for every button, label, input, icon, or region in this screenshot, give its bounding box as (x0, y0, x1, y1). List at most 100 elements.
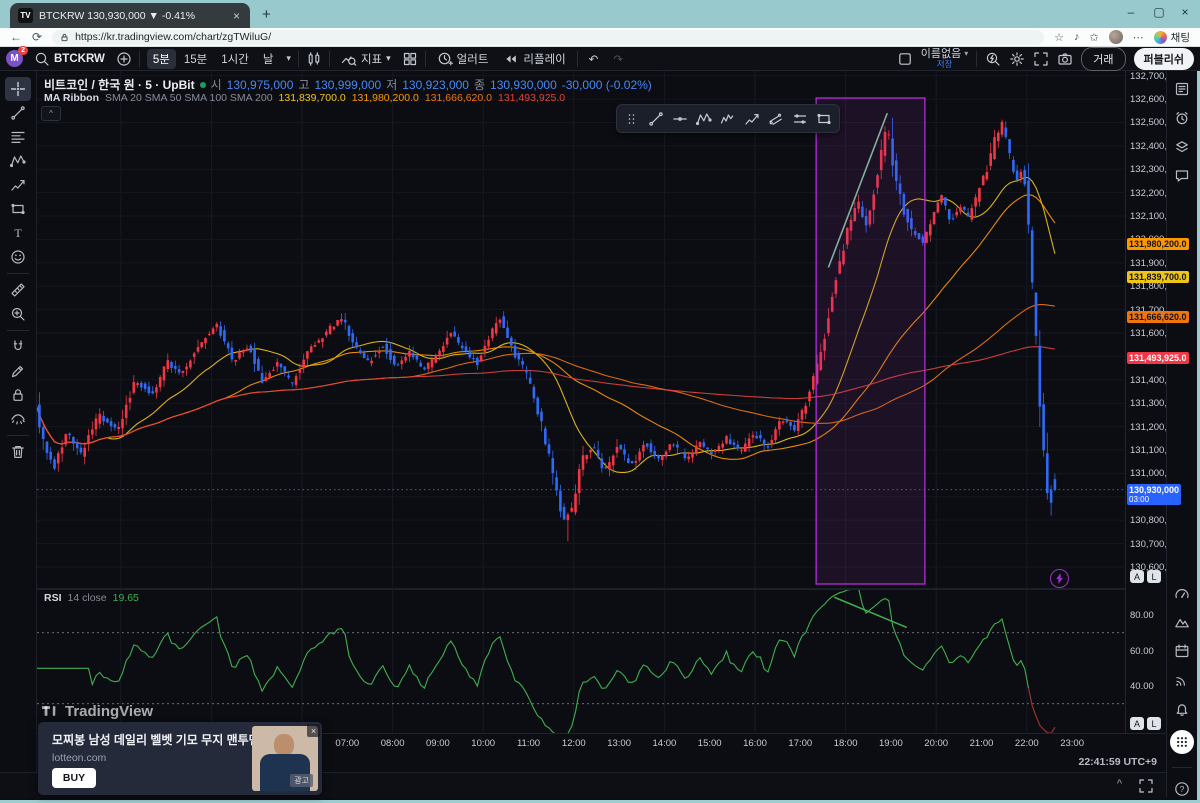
floating-drawing-toolbar[interactable] (616, 104, 840, 133)
time-tick: 20:00 (924, 738, 948, 749)
prediction-tool[interactable] (5, 173, 31, 197)
maximize-chart-icon[interactable] (1138, 778, 1154, 794)
new-tab-button[interactable]: + (262, 6, 271, 23)
apps-grid-button[interactable] (1170, 730, 1194, 754)
snapshot-button[interactable] (1057, 51, 1073, 67)
flat-channel-quick-tool[interactable] (789, 108, 811, 130)
watchlist-panel-button[interactable] (1174, 81, 1190, 97)
xabcd-pattern-tool[interactable] (5, 149, 31, 173)
measure-tool[interactable] (5, 278, 31, 302)
ma-ribbon-legend[interactable]: MA Ribbon SMA 20 SMA 50 SMA 100 SMA 200 … (44, 92, 565, 104)
market-open-dot-icon (200, 82, 206, 88)
fullscreen-button[interactable] (1033, 51, 1049, 67)
indicators-button[interactable]: 지표 ▾ (337, 49, 395, 69)
add-symbol-icon[interactable] (116, 51, 132, 67)
ideas-button[interactable] (1174, 614, 1190, 630)
refresh-button[interactable]: ⟳ (32, 30, 42, 44)
abcd-quick-tool[interactable] (741, 108, 763, 130)
replay-icon (503, 51, 519, 67)
interval-5분[interactable]: 5분 (147, 49, 176, 69)
symbol-search-button[interactable]: BTCKRW (30, 49, 109, 69)
replay-button[interactable]: 리플레이 (499, 49, 569, 69)
purple-bolt-badge-icon[interactable] (1050, 569, 1069, 588)
window-minimize-button[interactable]: – (1124, 5, 1138, 19)
calendar-button[interactable] (1174, 643, 1190, 659)
collections-icon[interactable]: ✩ (1089, 31, 1098, 44)
object-tree-panel-button[interactable] (1174, 139, 1190, 155)
market-overview-button[interactable] (1174, 585, 1190, 601)
panel-collapse-icon[interactable]: ^ (1117, 778, 1122, 794)
window-close-button[interactable]: × (1178, 5, 1192, 19)
rsi-pane[interactable] (37, 590, 1125, 733)
browser-tab[interactable]: TV BTCKRW 130,930,000 ▼ -0.41% × (10, 3, 250, 28)
alert-button[interactable]: 얼러트 (433, 49, 493, 69)
trend-line-tool[interactable] (5, 101, 31, 125)
time-tick: 12:00 (562, 738, 586, 749)
hide-drawings-tool[interactable] (5, 407, 31, 431)
bookmark-star-icon[interactable]: ☆ (1054, 31, 1064, 44)
undo-button[interactable]: ↶ (585, 50, 603, 68)
layout-name-menu[interactable]: 이름없음▾ 저장 (921, 49, 969, 69)
time-tick: 17:00 (788, 738, 812, 749)
interval-1시간[interactable]: 1시간 (215, 49, 255, 69)
fib-retracement-tool[interactable] (5, 125, 31, 149)
notifications-button[interactable] (1174, 701, 1190, 717)
chart-settings-button[interactable] (1009, 51, 1025, 67)
main-auto-scale-button[interactable]: A (1130, 570, 1144, 583)
main-chart-pane[interactable] (37, 71, 1125, 588)
remove-drawings-tool[interactable] (5, 440, 31, 464)
publish-button[interactable]: 퍼블리쉬 (1134, 48, 1194, 70)
browser-menu-icon[interactable]: ⋯ (1133, 31, 1144, 44)
trend-line-quick-tool[interactable] (645, 108, 667, 130)
rectangle-quick-tool[interactable] (813, 108, 835, 130)
magnet-tool[interactable] (5, 335, 31, 359)
time-tick: 14:00 (653, 738, 677, 749)
chat-panel-button[interactable] (1174, 168, 1190, 184)
media-hub-icon[interactable]: ♪ (1074, 31, 1080, 43)
streams-button[interactable] (1174, 672, 1190, 688)
drag-handle[interactable] (621, 108, 643, 130)
tab-title: BTCKRW 130,930,000 ▼ -0.41% (39, 10, 225, 22)
interval-caret-icon[interactable]: ▾ (286, 53, 291, 64)
xabcd-quick-tool[interactable] (693, 108, 715, 130)
url-field[interactable]: https://kr.tradingview.com/chart/zgTWilu… (52, 30, 1044, 45)
rsi-legend[interactable]: RSI 14 close 19.65 (44, 592, 139, 604)
layout-grid-button[interactable] (402, 51, 418, 67)
copilot-chat-button[interactable]: 채팅 (1154, 30, 1190, 45)
window-maximize-button[interactable]: ▢ (1152, 5, 1166, 19)
alerts-panel-button[interactable] (1174, 110, 1190, 126)
back-button[interactable]: ← (10, 30, 22, 44)
tab-close-icon[interactable]: × (231, 9, 242, 23)
interval-15분[interactable]: 15분 (178, 49, 213, 69)
interval-날[interactable]: 날 (257, 49, 280, 69)
help-button[interactable]: ? (1174, 781, 1190, 797)
quick-search-button[interactable] (985, 51, 1001, 67)
save-layout-button[interactable]: 저장 (937, 59, 953, 69)
ad-close-icon[interactable]: × (307, 724, 320, 737)
main-log-scale-button[interactable]: L (1147, 570, 1161, 583)
rectangle-tool[interactable] (5, 197, 31, 221)
text-tool[interactable]: T (5, 221, 31, 245)
zoom-in-tool[interactable] (5, 302, 31, 326)
ad-banner[interactable]: 모찌봉 남성 데일리 벨벳 기모 무지 맨투맨 lotteon.com BUY … (38, 722, 322, 795)
lock-drawings-tool[interactable] (5, 383, 31, 407)
price-axis[interactable]: 132,700,000132,600,000132,500,000132,400… (1125, 71, 1167, 733)
user-avatar[interactable]: M 2 (6, 50, 23, 67)
emoji-tool[interactable] (5, 245, 31, 269)
rsi-auto-scale-button[interactable]: A (1130, 717, 1144, 730)
elliott-wave-quick-tool[interactable] (717, 108, 739, 130)
drawing-mode-tool[interactable] (5, 359, 31, 383)
crosshair-tool[interactable] (5, 77, 31, 101)
bar-countdown: 03:00 (1129, 495, 1179, 504)
browser-profile-avatar[interactable] (1109, 30, 1123, 44)
legend-collapse-button[interactable]: ^ (41, 106, 61, 121)
horizontal-line-quick-tool[interactable] (669, 108, 691, 130)
parallel-channel-quick-tool[interactable] (765, 108, 787, 130)
ad-buy-button[interactable]: BUY (52, 768, 96, 788)
trade-button[interactable]: 거래 (1081, 47, 1125, 71)
redo-button[interactable]: ↷ (609, 50, 627, 68)
multichart-layout-button[interactable] (897, 51, 913, 67)
symbol-legend[interactable]: 비트코인 / 한국 원 · 5 · UpBit 시130,975,000 고13… (44, 76, 652, 93)
chart-type-button[interactable] (306, 51, 322, 67)
rsi-log-scale-button[interactable]: L (1147, 717, 1161, 730)
